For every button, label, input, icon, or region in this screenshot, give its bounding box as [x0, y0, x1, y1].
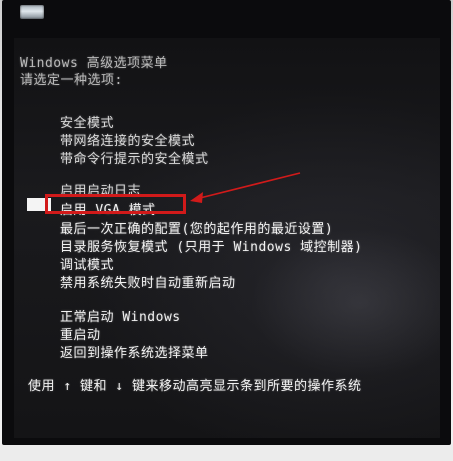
menu-item-safe-mode-command-prompt[interactable]: 带命令行提示的安全模式 [60, 148, 209, 167]
menu-item-return-to-os-menu[interactable]: 返回到操作系统选择菜单 [60, 342, 209, 361]
menu-item-directory-services-restore[interactable]: 目录服务恢复模式 (只用于 Windows 域控制器) [60, 236, 362, 255]
windows-logo-icon [20, 5, 44, 19]
photo-bottom-edge [0, 445, 453, 461]
menu-item-last-known-good[interactable]: 最后一次正确的配置(您的起作用的最近设置) [60, 218, 333, 237]
annotation-highlight-box [45, 194, 186, 214]
menu-item-safe-mode[interactable]: 安全模式 [60, 112, 114, 131]
monitor-bezel: Windows 高级选项菜单 请选定一种选项: 安全模式 带网络连接的安全模式 … [2, 0, 451, 445]
boot-menu-screen: Windows 高级选项菜单 请选定一种选项: 安全模式 带网络连接的安全模式 … [14, 38, 440, 438]
menu-item-reboot[interactable]: 重启动 [60, 324, 101, 343]
menu-item-disable-auto-restart[interactable]: 禁用系统失败时自动重新启动 [60, 272, 236, 291]
menu-item-debugging-mode[interactable]: 调试模式 [60, 254, 114, 273]
footer-instructions: 使用 ↑ 键和 ↓ 键来移动高亮显示条到所要的操作系统 [28, 379, 362, 394]
menu-item-start-normally[interactable]: 正常启动 Windows [60, 306, 181, 325]
menu-item-safe-mode-networking[interactable]: 带网络连接的安全模式 [60, 130, 195, 149]
menu-prompt: 请选定一种选项: [20, 73, 123, 88]
